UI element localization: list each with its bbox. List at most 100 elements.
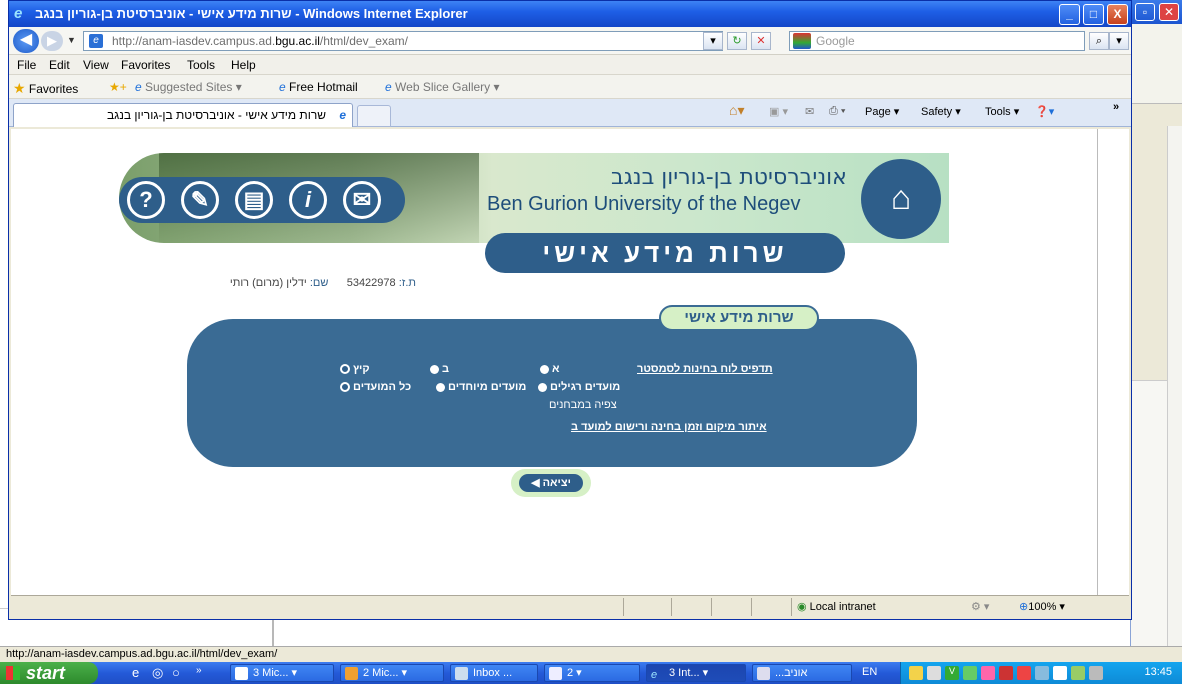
chevron-more-icon[interactable]: » [1113,101,1119,113]
favorites-button[interactable]: ★ Favorites [13,80,78,97]
tab-current[interactable]: e שרות מידע אישי - אוניברסיטת בן-גוריון … [13,103,353,127]
menu-view[interactable]: View [83,58,109,72]
right-panel [1097,129,1127,595]
history-dropdown-icon[interactable]: ▼ [67,35,76,45]
taskbar-outlook[interactable]: 2 Mic... ▾ [340,664,444,682]
address-row: ◀ ▶ ▼ e http://anam-iasdev.campus.ad.bgu… [9,27,1131,55]
word-icon [235,667,248,680]
clock[interactable]: 13:45 [1144,666,1172,678]
semester-a-label: א [552,363,560,375]
menu-tools[interactable]: Tools [187,58,215,72]
web-slice-gallery-link[interactable]: e Web Slice Gallery ▾ [385,80,500,94]
suggested-sites-link[interactable]: e Suggested Sites ▾ [135,80,242,94]
info-icon[interactable]: i [289,181,327,219]
protected-mode-icon[interactable]: ⚙ ▾ [971,600,989,613]
mail-icon[interactable]: ✉ [805,105,814,118]
menu-file[interactable]: File [17,58,36,72]
locate-exam-link[interactable]: איתור מיקום וזמן בחינה ורישום למועד ב [571,421,767,433]
tools-menu[interactable]: Tools ▾ [985,105,1019,118]
print-exam-schedule-link[interactable]: תדפיס לוח בחינות לסמסטר [637,363,773,375]
semester-summer-radio[interactable]: קיץ [337,363,370,375]
address-dropdown-icon[interactable]: ▾ [703,32,723,50]
safety-menu[interactable]: Safety ▾ [921,105,961,118]
taskbar-inbox[interactable]: Inbox ... [450,664,538,682]
google-icon [793,33,811,49]
background-pane [1131,380,1167,650]
taskbar-word-label: 3 Mic... [253,667,289,679]
tray-volume-icon[interactable] [1089,666,1103,680]
background-scrollbar[interactable] [1167,126,1182,646]
hotmail-icon: e [279,80,286,94]
tray-media-icon[interactable] [1053,666,1067,680]
taskbar-word[interactable]: 3 Mic... ▾ [230,664,334,682]
quicklaunch-ie-icon[interactable]: e [132,665,139,680]
favorites-bar: ★ Favorites ★+ e Suggested Sites ▾ e Fre… [9,75,1131,99]
free-hotmail-link[interactable]: e Free Hotmail [279,80,358,94]
address-bar[interactable]: e http://anam-iasdev.campus.ad.bgu.ac.il… [83,31,723,51]
regular-dates-radio[interactable]: מועדים רגילים [535,381,620,393]
menu-edit[interactable]: Edit [49,58,70,72]
taskbar-windows[interactable]: 2 ▾ [544,664,640,682]
refresh-icon[interactable]: ↻ [727,32,747,50]
stop-icon[interactable]: ✕ [751,32,771,50]
minimize-button[interactable]: _ [1059,4,1080,25]
taskbar-ie-label: 3 Int... [669,667,700,679]
view-exams-text[interactable]: צפיה במבחנים [549,399,617,411]
folder-icon[interactable]: ▤ [235,181,273,219]
semester-a-radio[interactable]: א [537,363,560,375]
help-icon[interactable]: ❓▾ [1035,105,1054,118]
help-question-icon[interactable]: ? [127,181,165,219]
feeds-icon[interactable]: ▣ ▾ [769,105,788,118]
search-input[interactable]: Google [789,31,1085,51]
quicklaunch-more-icon[interactable]: » [196,665,202,676]
taskbar-hebrew[interactable]: ...אוניב [752,664,852,682]
tray-vpn-icon[interactable]: V [945,666,959,680]
menu-favorites[interactable]: Favorites [121,58,170,72]
title-bar[interactable]: e שרות מידע אישי - אוניברסיטת בן-גוריון … [9,1,1131,27]
zoom-control[interactable]: ⊕100% ▾ [1019,600,1065,613]
windows-flag-icon [6,666,20,680]
start-button[interactable]: start [0,662,98,684]
close-button[interactable]: X [1107,4,1128,25]
radio-dot-selected [340,382,350,393]
background-restore-button[interactable]: ▫ [1135,3,1155,21]
add-favorites-icon[interactable]: ★+ [109,80,127,94]
menu-help[interactable]: Help [231,58,256,72]
envelope-icon[interactable]: ✉ [343,181,381,219]
all-dates-radio[interactable]: כל המועדים [337,381,411,393]
semester-b-radio[interactable]: ב [427,363,449,375]
special-dates-radio[interactable]: מועדים מיוחדים [433,381,526,393]
tray-security-icon[interactable] [963,666,977,680]
status-divider [791,598,792,616]
search-options-icon[interactable]: ▾ [1109,32,1129,50]
quicklaunch-chrome-icon[interactable]: ◎ [152,665,163,681]
new-tab-button[interactable] [357,105,391,127]
window-icon [549,667,562,680]
forward-arrow-icon[interactable]: ▶ [41,31,63,51]
tray-shield-icon[interactable] [999,666,1013,680]
taskbar-ie[interactable]: e3 Int... ▾ [646,664,746,682]
background-close-button[interactable]: ✕ [1159,3,1179,21]
quicklaunch-media-icon[interactable]: ○ [172,665,180,680]
tray-clock-icon[interactable] [981,666,995,680]
exam-panel: תדפיס לוח בחינות לסמסטר א ב קיץ מועדים ר… [187,319,917,467]
tray-antivirus-icon[interactable] [1017,666,1031,680]
tray-mail-icon[interactable] [909,666,923,680]
pen-icon[interactable]: ✎ [181,181,219,219]
zone-indicator[interactable]: ◉ Local intranet [797,600,876,613]
tray-display-icon[interactable] [1035,666,1049,680]
back-arrow-icon[interactable]: ◀ [13,29,39,53]
ie-icon: e [651,669,658,681]
exit-button[interactable]: יציאה ◀ [511,469,591,497]
suggested-sites-label: Suggested Sites ▾ [145,80,242,94]
semester-b-label: ב [442,363,450,375]
search-icon[interactable]: ⌕ [1089,32,1109,50]
language-indicator[interactable]: EN [862,666,877,678]
maximize-button[interactable]: □ [1083,4,1104,25]
home-icon[interactable]: ⌂▾ [729,102,744,119]
tray-network-icon[interactable] [927,666,941,680]
print-icon[interactable]: ⎙ ▾ [829,105,845,118]
page-menu[interactable]: Page ▾ [865,105,899,118]
tray-app-icon[interactable] [1071,666,1085,680]
taskbar: start e ◎ ○ » 3 Mic... ▾ 2 Mic... ▾ Inbo… [0,662,1182,684]
